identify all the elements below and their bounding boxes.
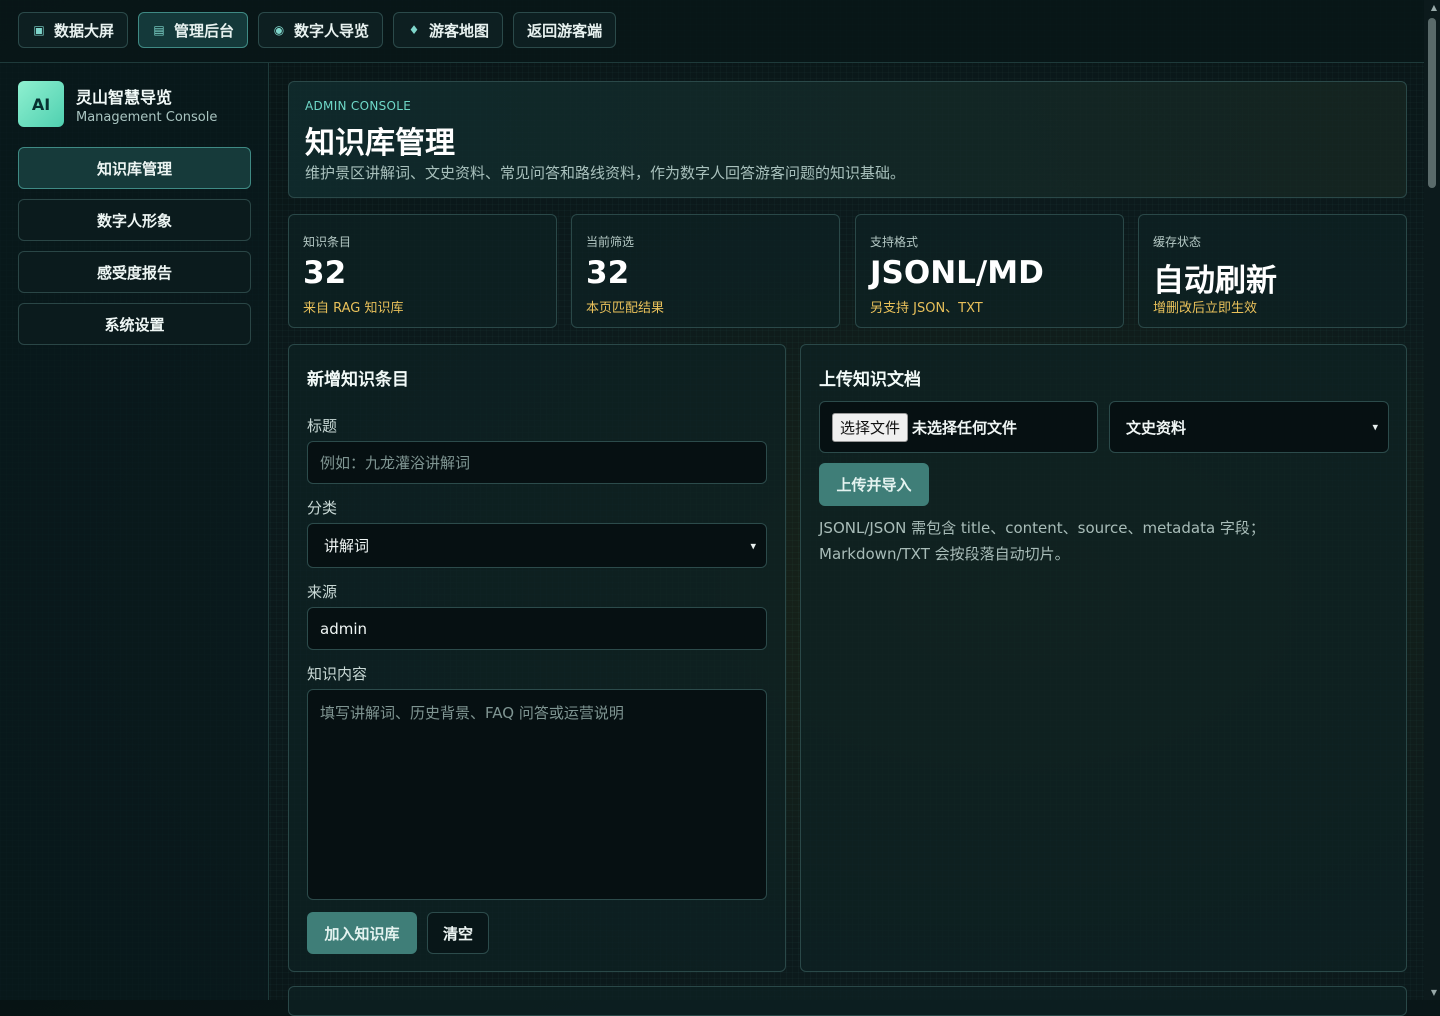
nav-label: 数据大屏 bbox=[54, 21, 115, 40]
content-textarea[interactable]: 填写讲解词、历史背景、FAQ 问答或运营说明 bbox=[307, 689, 767, 900]
stat-note: 本页匹配结果 bbox=[586, 301, 665, 316]
upload-import-button[interactable]: 上传并导入 bbox=[819, 463, 929, 506]
add-to-knowledge-button[interactable]: 加入知识库 bbox=[307, 912, 417, 954]
radio-icon: ◉ bbox=[273, 23, 285, 37]
upload-hint: JSONL/JSON 需包含 title、content、source、meta… bbox=[819, 515, 1339, 567]
content-placeholder: 填写讲解词、历史背景、FAQ 问答或运营说明 bbox=[320, 704, 624, 722]
add-knowledge-panel: 新增知识条目 标题 例如：九龙灌浴讲解词 分类 讲解词 ▾ 来源 admin 知… bbox=[288, 344, 786, 972]
stat-value: 32 bbox=[303, 255, 347, 291]
stat-note: 另支持 JSON、TXT bbox=[870, 301, 983, 316]
stat-note: 增删改后立即生效 bbox=[1153, 301, 1258, 316]
chevron-down-icon: ▾ bbox=[1372, 420, 1378, 434]
hint-line: Markdown/TXT 会按段落自动切片。 bbox=[819, 545, 1070, 563]
sidebar: AI 灵山智慧导览 Management Console 知识库管理 数字人形象… bbox=[0, 63, 269, 1000]
source-input[interactable]: admin bbox=[307, 607, 767, 650]
nav-label: 管理后台 bbox=[174, 21, 235, 40]
brand: AI 灵山智慧导览 Management Console bbox=[18, 81, 217, 127]
hint-line: JSONL/JSON 需包含 title、content、source、meta… bbox=[819, 519, 1265, 537]
panel-title: 上传知识文档 bbox=[819, 370, 921, 390]
stat-value: 32 bbox=[586, 255, 630, 291]
brand-subtitle: Management Console bbox=[76, 109, 218, 125]
panel-title: 新增知识条目 bbox=[307, 370, 409, 390]
page-description: 维护景区讲解词、文史资料、常见问答和路线资料，作为数字人回答游客问题的知识基础。 bbox=[305, 164, 906, 182]
nav-label: 游客地图 bbox=[429, 21, 490, 40]
pin-icon: ♦ bbox=[408, 23, 420, 37]
nav-label: 返回游客端 bbox=[527, 21, 603, 40]
nav-digital-guide-button[interactable]: ◉ 数字人导览 bbox=[258, 12, 384, 48]
choose-file-button[interactable]: 选择文件 bbox=[832, 412, 909, 442]
stat-card-filter: 当前筛选 32 本页匹配结果 bbox=[571, 214, 840, 328]
title-input[interactable]: 例如：九龙灌浴讲解词 bbox=[307, 441, 767, 484]
screen-icon: ▣ bbox=[33, 23, 45, 37]
nav-back-to-visitor-button[interactable]: 返回游客端 bbox=[513, 12, 617, 48]
stat-label: 缓存状态 bbox=[1153, 235, 1202, 249]
stat-label: 知识条目 bbox=[303, 235, 352, 249]
stat-value: JSONL/MD bbox=[870, 255, 1044, 291]
source-value: admin bbox=[320, 619, 367, 638]
stat-card-entries: 知识条目 32 来自 RAG 知识库 bbox=[288, 214, 557, 328]
category-label: 分类 bbox=[307, 499, 338, 517]
source-label: 来源 bbox=[307, 583, 338, 601]
stat-card-formats: 支持格式 JSONL/MD 另支持 JSON、TXT bbox=[855, 214, 1124, 328]
page-scrollbar[interactable]: ▲ ▼ bbox=[1424, 0, 1440, 1000]
file-input[interactable]: 选择文件 未选择任何文件 bbox=[819, 401, 1098, 453]
sidebar-item-knowledge[interactable]: 知识库管理 bbox=[18, 147, 251, 189]
top-nav: ▣ 数据大屏 ▤ 管理后台 ◉ 数字人导览 ♦ 游客地图 返回游客端 bbox=[18, 12, 617, 48]
stat-label: 当前筛选 bbox=[586, 235, 635, 249]
ai-logo: AI bbox=[18, 81, 64, 127]
scroll-thumb[interactable] bbox=[1428, 18, 1436, 188]
category-select[interactable]: 讲解词 ▾ bbox=[307, 523, 767, 568]
title-label: 标题 bbox=[307, 417, 338, 435]
page-title: 知识库管理 bbox=[305, 126, 455, 161]
nav-label: 数字人导览 bbox=[294, 21, 370, 40]
nav-data-screen-button[interactable]: ▣ 数据大屏 bbox=[18, 12, 129, 48]
stat-card-cache: 缓存状态 自动刷新 增删改后立即生效 bbox=[1138, 214, 1407, 328]
sidebar-item-report[interactable]: 感受度报告 bbox=[18, 251, 251, 293]
content-label: 知识内容 bbox=[307, 665, 368, 683]
top-navbar: ▣ 数据大屏 ▤ 管理后台 ◉ 数字人导览 ♦ 游客地图 返回游客端 bbox=[0, 0, 1424, 63]
sidebar-item-avatar[interactable]: 数字人形象 bbox=[18, 199, 251, 241]
list-icon: ▤ bbox=[153, 23, 165, 37]
category-value: 讲解词 bbox=[324, 537, 370, 555]
nav-admin-button[interactable]: ▤ 管理后台 bbox=[138, 12, 249, 48]
clear-button[interactable]: 清空 bbox=[427, 912, 489, 954]
page-header: ADMIN CONSOLE 知识库管理 维护景区讲解词、文史资料、常见问答和路线… bbox=[288, 81, 1407, 198]
scroll-down-icon[interactable]: ▼ bbox=[1431, 988, 1437, 997]
nav-visitor-map-button[interactable]: ♦ 游客地图 bbox=[393, 12, 504, 48]
scroll-up-icon[interactable]: ▲ bbox=[1431, 3, 1437, 12]
title-placeholder: 例如：九龙灌浴讲解词 bbox=[320, 454, 471, 472]
knowledge-list-panel bbox=[288, 986, 1407, 1016]
stat-note: 来自 RAG 知识库 bbox=[303, 301, 404, 316]
sidebar-item-settings[interactable]: 系统设置 bbox=[18, 303, 251, 345]
file-status: 未选择任何文件 bbox=[912, 418, 1018, 437]
stat-label: 支持格式 bbox=[870, 235, 919, 249]
eyebrow: ADMIN CONSOLE bbox=[305, 99, 412, 113]
upload-category-value: 文史资料 bbox=[1126, 418, 1187, 437]
chevron-down-icon: ▾ bbox=[750, 539, 756, 552]
upload-panel: 上传知识文档 选择文件 未选择任何文件 文史资料 ▾ 上传并导入 JSONL/J… bbox=[800, 344, 1407, 972]
stat-value: 自动刷新 bbox=[1153, 263, 1277, 299]
upload-category-select[interactable]: 文史资料 ▾ bbox=[1109, 401, 1389, 453]
brand-title: 灵山智慧导览 bbox=[76, 87, 173, 107]
